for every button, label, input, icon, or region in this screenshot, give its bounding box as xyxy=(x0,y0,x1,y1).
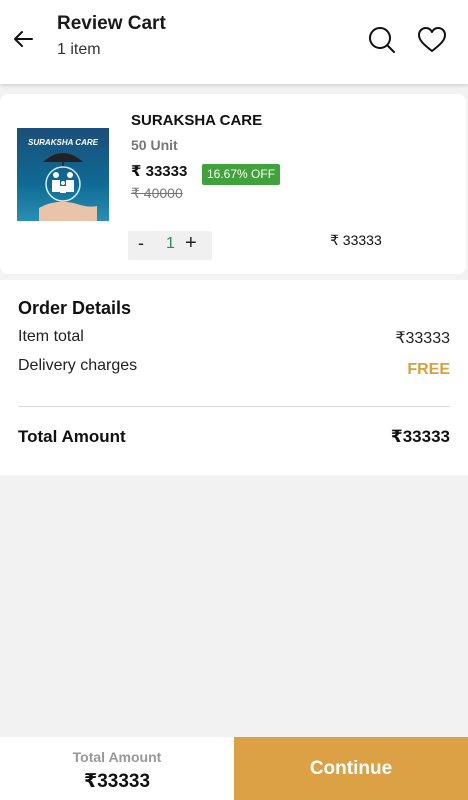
increase-quantity-button[interactable]: + xyxy=(185,232,197,255)
wishlist-button[interactable] xyxy=(416,24,448,56)
discount-badge: 16.67% OFF xyxy=(202,164,281,185)
footer-total-label: Total Amount xyxy=(72,749,162,765)
total-amount-value: ₹33333 xyxy=(390,427,450,446)
search-button[interactable] xyxy=(366,24,398,56)
heart-icon xyxy=(418,27,446,52)
product-image[interactable]: SURAKSHA CARE xyxy=(17,128,109,221)
quantity-stepper: - 1 + xyxy=(128,231,212,260)
order-details-title: Order Details xyxy=(18,298,132,318)
item-count: 1 item xyxy=(57,41,101,58)
continue-button[interactable]: Continue xyxy=(234,737,468,800)
product-price: ₹ 33333 xyxy=(131,163,188,180)
product-mrp: ₹ 40000 xyxy=(131,185,183,201)
line-total: ₹ 33333 xyxy=(330,232,382,248)
item-total-value: ₹33333 xyxy=(395,330,450,347)
back-arrow-icon xyxy=(14,31,33,47)
quantity-value: 1 xyxy=(166,235,175,252)
search-icon xyxy=(369,27,395,53)
order-details-section: Order Details Item total ₹33333 Delivery… xyxy=(0,280,468,475)
cart-item-card: SURAKSHA CARE SURAKSHA CARE 50 Unit ₹ 33… xyxy=(0,94,466,274)
delivery-charges-value: FREE xyxy=(407,361,450,378)
back-button[interactable] xyxy=(8,24,38,54)
app-header: Review Cart 1 item xyxy=(0,0,468,84)
total-amount-label: Total Amount xyxy=(18,427,126,446)
product-unit: 50 Unit xyxy=(131,137,178,153)
footer-total: Total Amount ₹33333 xyxy=(0,737,234,800)
product-name[interactable]: SURAKSHA CARE xyxy=(131,112,262,129)
footer-total-value: ₹33333 xyxy=(83,771,151,792)
delivery-charges-label: Delivery charges xyxy=(18,357,138,374)
item-total-label: Item total xyxy=(18,328,84,345)
page-title: Review Cart xyxy=(57,13,166,34)
decrease-quantity-button[interactable]: - xyxy=(138,233,144,254)
divider xyxy=(18,406,450,407)
family-protection-icon xyxy=(39,153,97,221)
